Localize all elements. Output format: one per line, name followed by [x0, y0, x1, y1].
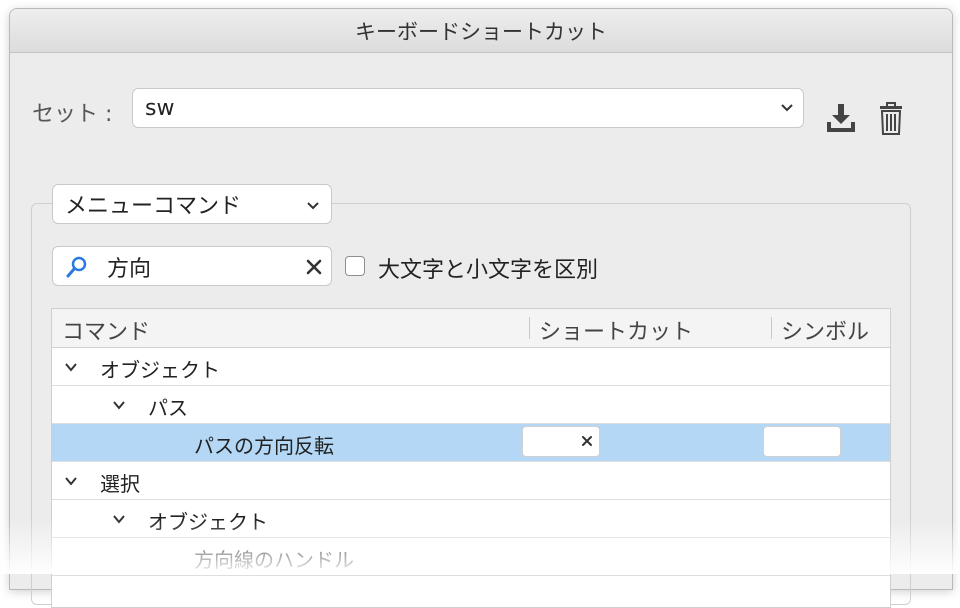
set-dropdown-value: sw	[145, 95, 175, 121]
row-label: 選択	[100, 472, 140, 496]
case-sensitive-label: 大文字と小文字を区別	[378, 258, 599, 283]
column-header-command[interactable]: コマンド	[62, 314, 150, 346]
title-bar: キーボードショートカット	[10, 9, 952, 53]
table-row[interactable]: 方向線のハンドル	[52, 538, 890, 576]
set-label: セット :	[32, 102, 113, 127]
table-row[interactable]: オブジェクト	[52, 500, 890, 538]
close-icon[interactable]	[581, 435, 593, 447]
window-title: キーボードショートカット	[355, 19, 607, 44]
row-label: オブジェクト	[148, 510, 268, 534]
save-set-button[interactable]	[822, 100, 860, 138]
row-label: パスの方向反転	[194, 434, 334, 458]
column-header-symbol[interactable]: シンボル	[781, 314, 869, 346]
close-icon[interactable]	[305, 258, 323, 276]
symbol-input[interactable]	[763, 426, 841, 457]
set-dropdown[interactable]: sw	[132, 88, 804, 128]
search-icon	[66, 256, 87, 278]
command-type-dropdown[interactable]: メニューコマンド	[52, 184, 332, 224]
table-row-selected[interactable]: パスの方向反転	[52, 424, 890, 462]
search-input[interactable]	[105, 251, 289, 283]
search-field[interactable]	[52, 246, 332, 286]
chevron-down-icon	[307, 202, 319, 210]
chevron-down-icon[interactable]	[112, 398, 126, 412]
command-type-value: メニューコマンド	[65, 194, 242, 219]
chevron-down-icon[interactable]	[64, 360, 78, 374]
delete-set-button[interactable]	[872, 100, 910, 138]
table-row[interactable]: オブジェクト	[52, 348, 890, 386]
shortcut-input[interactable]	[522, 426, 600, 457]
column-divider[interactable]	[529, 317, 530, 339]
trash-icon	[880, 102, 902, 135]
row-label: オブジェクト	[100, 358, 220, 382]
column-divider[interactable]	[771, 317, 772, 339]
chevron-down-icon[interactable]	[112, 512, 126, 526]
table-row[interactable]: パス	[52, 386, 890, 424]
download-icon	[827, 104, 855, 132]
shortcuts-table: コマンド ショートカット シンボル オブジェクト パス パスの方向反転 選択 オ…	[51, 308, 891, 608]
table-header: コマンド ショートカット シンボル	[52, 309, 890, 348]
chevron-down-icon	[781, 104, 793, 112]
chevron-down-icon[interactable]	[64, 474, 78, 488]
table-row[interactable]: 選択	[52, 462, 890, 500]
row-label: 方向線のハンドル	[194, 548, 354, 572]
column-header-shortcut[interactable]: ショートカット	[539, 314, 693, 346]
row-label: パス	[148, 396, 188, 420]
case-sensitive-checkbox[interactable]	[345, 256, 365, 276]
